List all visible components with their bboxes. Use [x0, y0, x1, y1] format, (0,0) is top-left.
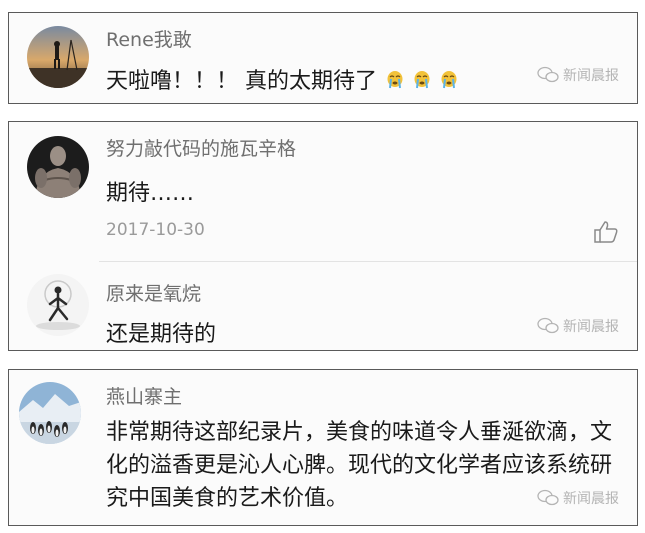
username[interactable]: Rene我敢 — [106, 25, 192, 52]
wechat-logo-icon — [537, 317, 559, 334]
comment-text: 还是期待的 — [106, 322, 217, 347]
crying-emoji-icon — [387, 71, 403, 89]
wechat-logo-icon — [537, 66, 559, 83]
crying-emoji-icon — [441, 71, 457, 89]
divider — [99, 261, 637, 262]
watermark: 新闻晨报 — [537, 316, 619, 336]
watermark-text: 新闻晨报 — [563, 319, 619, 335]
comment-text-body: 天啦噜！！！ 真的太期待了 — [106, 69, 377, 94]
thumbs-up-icon[interactable] — [593, 220, 619, 244]
comment-card: 努力敲代码的施瓦辛格 期待…… 2017-10-30 原来是氧烷 还是期待的 新… — [8, 121, 638, 351]
watermark: 新闻晨报 — [537, 488, 619, 508]
username[interactable]: 努力敲代码的施瓦辛格 — [106, 134, 296, 161]
comment-date: 2017-10-30 — [106, 220, 205, 240]
avatar[interactable] — [19, 382, 81, 444]
wechat-logo-icon — [537, 489, 559, 506]
avatar[interactable] — [27, 274, 89, 336]
username[interactable]: 原来是氧烷 — [106, 279, 201, 306]
crying-emoji-icon — [414, 71, 430, 89]
avatar[interactable] — [27, 26, 89, 88]
watermark-text: 新闻晨报 — [563, 491, 619, 507]
comment-text: 天啦噜！！！ 真的太期待了 — [106, 63, 458, 95]
comment-card: 燕山寨主 非常期待这部纪录片，美食的味道令人垂涎欲滴，文化的溢香更是沁人心脾。现… — [8, 369, 638, 526]
comment-card: Rene我敢 天啦噜！！！ 真的太期待了 新闻晨报 — [8, 12, 638, 104]
watermark: 新闻晨报 — [537, 65, 619, 85]
username[interactable]: 燕山寨主 — [106, 382, 182, 409]
watermark-text: 新闻晨报 — [563, 68, 619, 84]
comment-text: 期待…… — [106, 181, 195, 206]
avatar[interactable] — [27, 136, 89, 198]
